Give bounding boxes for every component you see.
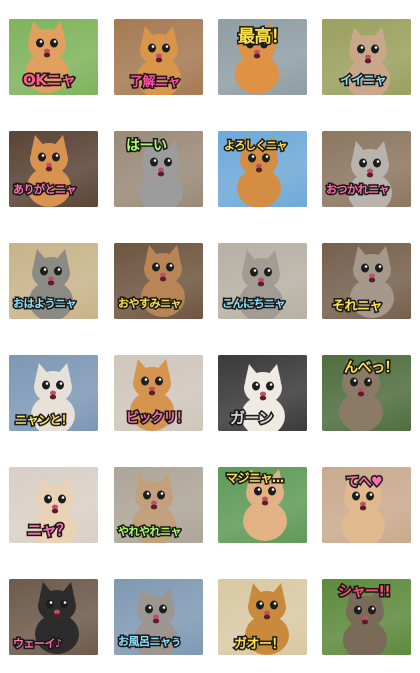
sticker-tile[interactable]: おつかれニャ bbox=[322, 131, 411, 207]
sticker-tile[interactable]: シャー!! bbox=[322, 579, 411, 655]
sticker-caption: やれやれニャ bbox=[117, 524, 184, 540]
sticker-caption: おはようニャ bbox=[12, 296, 79, 312]
sticker-caption: ウェーイ♪ bbox=[12, 636, 64, 652]
sticker-tile[interactable]: OKニャ bbox=[9, 19, 98, 95]
sticker-tile[interactable]: お風呂ニャぅ bbox=[114, 579, 203, 655]
sticker-caption: ガオー！ bbox=[232, 636, 286, 654]
sticker-caption: ガーン bbox=[229, 408, 275, 429]
sticker-tile[interactable]: おやすみニャ bbox=[114, 243, 203, 319]
sticker-tile[interactable]: てへ♥ bbox=[322, 467, 411, 543]
sticker-caption: おつかれニャ bbox=[325, 182, 392, 198]
sticker-tile[interactable]: ビックリ！ bbox=[114, 355, 203, 431]
sticker-caption: イイニャ bbox=[338, 72, 388, 89]
sticker-tile[interactable]: ニャンと！ bbox=[9, 355, 98, 431]
sticker-caption: おやすみニャ bbox=[117, 296, 184, 312]
sticker-caption: 了解ニャ bbox=[128, 74, 182, 92]
sticker-tile[interactable]: ニャ？ bbox=[9, 467, 98, 543]
sticker-tile[interactable]: よろしくニャ bbox=[218, 131, 307, 207]
sticker-caption: 最高！ bbox=[237, 26, 290, 49]
sticker-tile[interactable]: 了解ニャ bbox=[114, 19, 203, 95]
sticker-caption: ニャ？ bbox=[26, 520, 73, 541]
sticker-tile[interactable]: ガオー！ bbox=[218, 579, 307, 655]
sticker-tile[interactable]: んべっ！ bbox=[322, 355, 411, 431]
sticker-tile[interactable]: イイニャ bbox=[322, 19, 411, 95]
sticker-caption: お風呂ニャぅ bbox=[117, 634, 184, 650]
sticker-caption: はーい bbox=[125, 137, 169, 156]
sticker-tile[interactable]: おはようニャ bbox=[9, 243, 98, 319]
sticker-caption: てへ♥ bbox=[344, 474, 384, 492]
sticker-caption: んべっ！ bbox=[343, 359, 401, 378]
sticker-caption: ビックリ！ bbox=[125, 410, 191, 428]
sticker-caption: OKニャ bbox=[21, 70, 77, 91]
sticker-tile[interactable]: やれやれニャ bbox=[114, 467, 203, 543]
sticker-caption: それニャ bbox=[330, 298, 384, 316]
sticker-caption: ありがとニャ bbox=[12, 182, 79, 198]
sticker-caption: よろしくニャ bbox=[223, 138, 290, 154]
sticker-caption: シャー!! bbox=[336, 583, 392, 602]
sticker-tile[interactable]: ガーン bbox=[218, 355, 307, 431]
sticker-grid: OKニャ 了解ニャ 最高！ イイニャありがとニャ はーい よろしくニャおつかれニャおはよう… bbox=[0, 0, 420, 673]
sticker-tile[interactable]: マジニャ… bbox=[218, 467, 307, 543]
sticker-tile[interactable]: ウェーイ♪ bbox=[9, 579, 98, 655]
sticker-caption: ニャンと！ bbox=[14, 412, 75, 429]
sticker-caption: マジニャ… bbox=[225, 470, 286, 487]
sticker-tile[interactable]: こんにちニャ bbox=[218, 243, 307, 319]
sticker-tile[interactable]: それニャ bbox=[322, 243, 411, 319]
sticker-tile[interactable]: ありがとニャ bbox=[9, 131, 98, 207]
sticker-tile[interactable]: 最高！ bbox=[218, 19, 307, 95]
sticker-tile[interactable]: はーい bbox=[114, 131, 203, 207]
sticker-caption: こんにちニャ bbox=[221, 296, 288, 312]
